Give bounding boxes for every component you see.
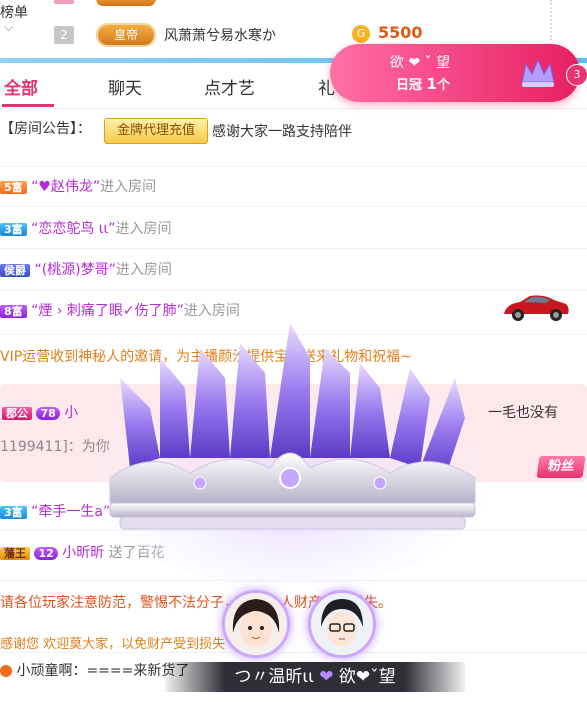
warning-line2: 感谢您 欢迎莫大家，以免财产受到损失 (0, 637, 226, 652)
rank-value: 5500 (378, 23, 423, 42)
room-notice-label: 【房间公告】： (0, 121, 91, 137)
list-item: 3富 “恋恋鸵鸟 ιι”进入房间 (0, 218, 172, 238)
fan-badge: 粉丝 (536, 456, 586, 478)
recharge-button[interactable]: 金牌代理充值 (104, 118, 208, 144)
popup-sub-prefix: 日冠 (396, 78, 423, 93)
notice-text: 感谢大家一路支持陪伴 (212, 124, 352, 140)
avatar-left[interactable] (222, 590, 290, 658)
divider (0, 206, 587, 207)
divider (0, 290, 587, 291)
avatar-right[interactable] (308, 590, 376, 658)
user-name[interactable]: 小 (64, 405, 78, 421)
couple-banner: つ〃温昕ιι ❤ 欲❤ˇ望 (165, 662, 465, 692)
fan-message-text: 一毛也没有 (488, 405, 558, 421)
wealth-badge: 3富 (0, 223, 27, 236)
car-icon (504, 295, 569, 321)
tab-talent[interactable]: 点才艺 (204, 74, 255, 99)
noble-badge: 藩王 (0, 547, 30, 560)
emperor-badge: 皇帝 (96, 23, 156, 47)
wealth-badge: 3富 (0, 506, 27, 519)
level-badge: 78 (36, 407, 60, 420)
divider (0, 248, 587, 249)
divider (0, 166, 587, 167)
couple-left-name: つ〃温昕ιι (234, 667, 314, 687)
daily-crown-popup[interactable]: 欲 ❤ ˇ 望 日冠 1个 (330, 44, 580, 102)
level-badge: 12 (34, 547, 58, 560)
rank-user-name[interactable]: 风萧萧兮易水寒か (164, 25, 276, 45)
girl-avatar-icon (225, 593, 287, 655)
rank1-number (54, 0, 74, 4)
crown-icon (90, 323, 490, 583)
user-level-icon (0, 665, 12, 677)
heart-icon: ❤ (319, 667, 334, 687)
user-name[interactable]: “恋恋鸵鸟 ιι” (31, 221, 115, 237)
chevron-down-icon[interactable]: ⌵ (4, 20, 13, 35)
crown-icon (521, 58, 555, 87)
list-item: 8富 “煙 › 刺痛了眼✓伤了肺”进入房间 (0, 300, 240, 320)
rank1-badge (96, 0, 156, 6)
boy-avatar-icon (311, 593, 373, 655)
divider (0, 652, 587, 653)
wealth-badge: 8富 (0, 305, 27, 318)
coin-icon: G (352, 25, 370, 43)
chat-message: 小顽童啊：====来新货了 (0, 660, 189, 680)
popup-subtitle: 日冠 1个 (396, 74, 450, 93)
user-name[interactable]: “(桃源)梦哥” (34, 262, 115, 278)
active-tab-indicator (2, 104, 54, 107)
ranking-title[interactable]: 榜单 (0, 2, 28, 22)
popup-sub-count: 1 (426, 75, 437, 93)
user-name[interactable]: “♥赵伟龙” (31, 179, 100, 195)
entry-action: 进入房间 (115, 262, 172, 278)
tab-all[interactable]: 全部 (4, 74, 38, 99)
scroll-indicator (540, 0, 552, 40)
wealth-badge: 5富 (0, 181, 27, 194)
popup-count-badge: 3 (566, 64, 587, 86)
entry-action: 进入房间 (100, 179, 157, 195)
list-item: 5富 “♥赵伟龙”进入房间 (0, 176, 156, 196)
noble-badge: 侯爵 (0, 264, 30, 277)
list-item: 郡公 78 小 (2, 402, 78, 422)
tab-chat[interactable]: 聊天 (108, 74, 142, 99)
rank-number: 2 (54, 26, 74, 44)
entry-action: 进入房间 (115, 221, 172, 237)
popup-sub-suffix: 个 (436, 78, 450, 93)
list-item: 侯爵 “(桃源)梦哥”进入房间 (0, 259, 172, 279)
entry-action: 进入房间 (183, 303, 240, 319)
chat-text: 小顽童啊：====来新货了 (16, 663, 190, 679)
noble-badge: 郡公 (2, 407, 32, 420)
user-name[interactable]: “煙 › 刺痛了眼✓伤了肺” (31, 303, 184, 319)
popup-user-name: 欲 ❤ ˇ 望 (390, 55, 451, 71)
couple-right-name: 欲❤ˇ望 (338, 667, 396, 687)
